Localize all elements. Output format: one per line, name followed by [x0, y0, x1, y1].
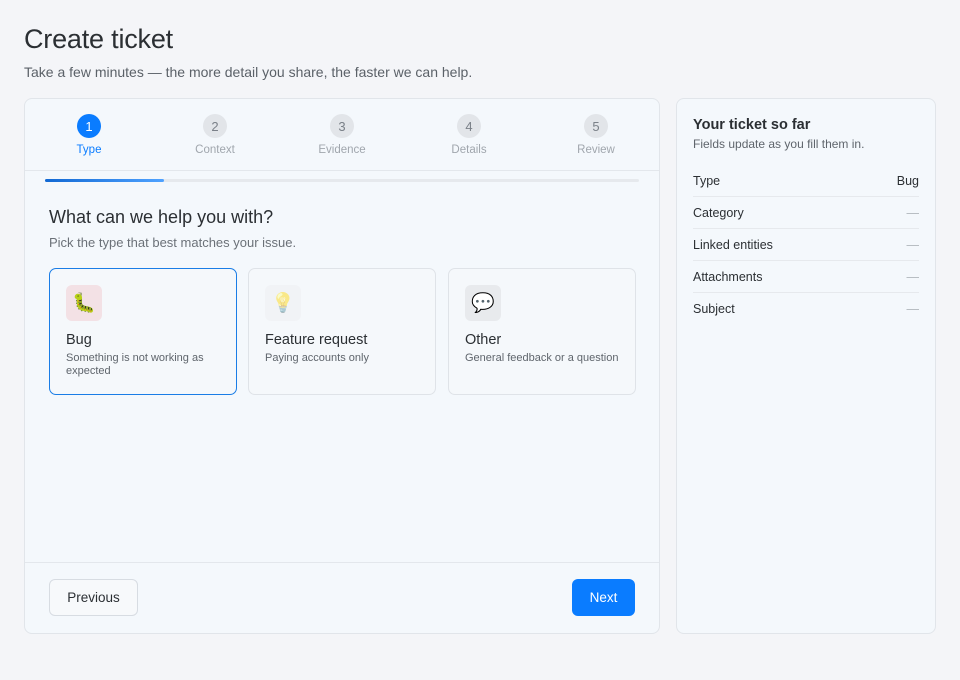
type-name: Bug	[66, 332, 92, 348]
summary-value: —	[906, 205, 920, 220]
progress-fill	[45, 179, 164, 182]
summary-key: Attachments	[693, 269, 763, 284]
summary-value: —	[906, 302, 920, 316]
bug-icon: 🐛	[66, 285, 102, 321]
step-label: Evidence	[318, 144, 366, 156]
type-card-bug[interactable]: 🐛 Bug Something is not working as expect…	[49, 268, 237, 395]
step-review[interactable]: 5 Review	[546, 114, 646, 156]
summary-value: —	[906, 269, 920, 284]
step-label: Details	[451, 144, 487, 156]
step-evidence[interactable]: 3 Evidence	[292, 114, 392, 156]
stepper: 1 Type 2 Context 3 Evidence 4 Details 5 …	[25, 99, 659, 171]
lightbulb-icon: 💡	[265, 285, 301, 321]
summary-list: Type Bug Category — Linked entities — At…	[693, 165, 919, 325]
step-number: 5	[584, 114, 608, 138]
summary-key: Linked entities	[693, 237, 773, 252]
page-title: Create ticket	[24, 24, 173, 54]
summary-key: Type	[693, 173, 721, 188]
step-context[interactable]: 2 Context	[165, 114, 265, 156]
step-type[interactable]: 1 Type	[39, 114, 139, 156]
summary-row-attachments: Attachments —	[693, 261, 919, 293]
summary-value: —	[906, 237, 920, 252]
summary-row-subject: Subject —	[693, 293, 919, 325]
ticket-form-card: 1 Type 2 Context 3 Evidence 4 Details 5 …	[24, 98, 660, 634]
step-label: Type	[76, 144, 102, 156]
ticket-summary-panel: Your ticket so far Fields update as you …	[676, 98, 936, 634]
type-name: Other	[465, 332, 502, 348]
progress-bar	[45, 179, 639, 182]
section-subtitle: Pick the type that best matches your iss…	[49, 235, 297, 250]
type-description: Something is not working as expected	[66, 352, 204, 377]
page-subtitle: Take a few minutes — the more detail you…	[24, 64, 473, 80]
section-title: What can we help you with?	[49, 207, 274, 227]
type-card-other[interactable]: 💬 Other General feedback or a question	[448, 268, 636, 395]
previous-button[interactable]: Previous	[49, 579, 138, 616]
summary-subtitle: Fields update as you fill them in.	[693, 137, 865, 151]
summary-key: Subject	[693, 302, 735, 316]
type-card-feature-request[interactable]: 💡 Feature request Paying accounts only	[248, 268, 436, 395]
step-number: 4	[457, 114, 481, 138]
type-description: General feedback or a question	[465, 352, 619, 364]
step-number: 1	[77, 114, 101, 138]
step-label: Context	[195, 144, 235, 156]
next-button[interactable]: Next	[572, 579, 635, 616]
summary-row-type: Type Bug	[693, 165, 919, 197]
summary-key: Category	[693, 205, 744, 220]
summary-row-linked-entities: Linked entities —	[693, 229, 919, 261]
summary-value: Bug	[896, 173, 919, 188]
step-number: 3	[330, 114, 354, 138]
step-label: Review	[577, 144, 615, 156]
step-details[interactable]: 4 Details	[419, 114, 519, 156]
step-number: 2	[203, 114, 227, 138]
form-footer: Previous Next	[25, 562, 659, 633]
summary-row-category: Category —	[693, 197, 919, 229]
speech-bubble-icon: 💬	[465, 285, 501, 321]
type-name: Feature request	[265, 332, 368, 348]
summary-title: Your ticket so far	[693, 117, 811, 133]
type-description: Paying accounts only	[265, 352, 369, 364]
